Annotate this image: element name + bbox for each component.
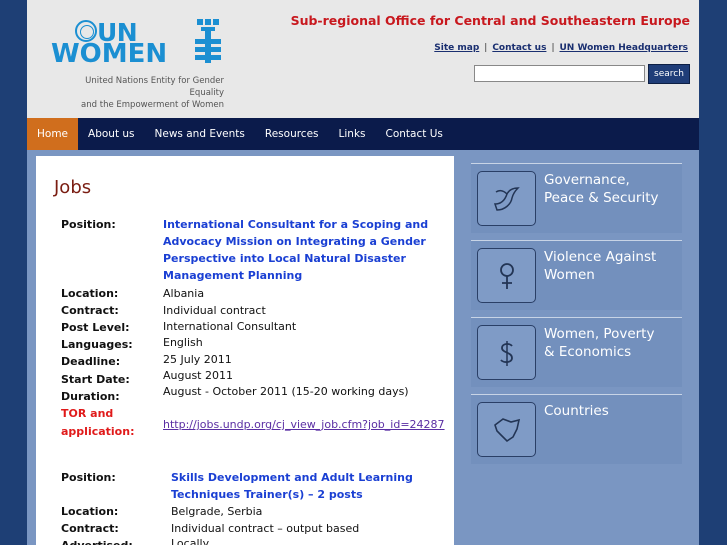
job1-deadline-value: 25 July 2011 <box>163 353 232 366</box>
map-icon <box>477 402 536 457</box>
job1-tor-link[interactable]: http://jobs.undp.org/cj_view_job.cfm?job… <box>163 416 445 433</box>
job1-start-date-label: Start Date: <box>61 373 130 386</box>
link-separator: | <box>551 43 555 53</box>
job1-tor-label-line-2: application: <box>61 425 135 438</box>
job1-languages-value: English <box>163 336 203 349</box>
job1-position-line-1[interactable]: International Consultant for a Scoping a… <box>163 216 428 233</box>
un-women-logo[interactable]: UN WOMEN United Nations Entity for Gende… <box>49 16 229 110</box>
job1-position-line-4[interactable]: Management Planning <box>163 267 302 284</box>
dove-icon <box>477 171 536 226</box>
logo-women-text: WOMEN <box>51 39 168 69</box>
job2-location-value: Belgrade, Serbia <box>171 505 263 518</box>
contact-us-link[interactable]: Contact us <box>492 43 546 53</box>
page-title: Jobs <box>54 177 92 198</box>
nav-item-contact-us[interactable]: Contact Us <box>376 118 453 150</box>
job2-position-line-1[interactable]: Skills Development and Adult Learning <box>171 469 413 486</box>
job1-post-level-value: International Consultant <box>163 320 297 333</box>
job2-position-line-2[interactable]: Techniques Trainer(s) – 2 posts <box>171 486 363 503</box>
sidebar-item-governance[interactable]: Governance, Peace & Security <box>471 163 682 233</box>
page-wrapper: UN WOMEN United Nations Entity for Gende… <box>27 0 699 545</box>
job1-location-value: Albania <box>163 287 205 300</box>
main-nav: Home About us News and Events Resources … <box>27 118 699 150</box>
job1-post-level-label: Post Level: <box>61 321 130 334</box>
sidebar-item-countries[interactable]: Countries <box>471 394 682 464</box>
job2-location-label: Location: <box>61 505 119 518</box>
nav-item-links[interactable]: Links <box>329 118 376 150</box>
job2-advertised-label: Advertised: <box>61 537 133 545</box>
dollar-icon <box>477 325 536 380</box>
sidebar-item-label: Women, Poverty & Economics <box>544 326 655 360</box>
logo-tagline-line-1: United Nations Entity for Gender Equalit… <box>85 76 224 98</box>
sidebar-item-label: Countries <box>544 403 609 419</box>
sidebar-item-label: Violence Against Women <box>544 249 657 283</box>
job1-tor-label-line-1: TOR and <box>61 407 114 420</box>
main-content: Jobs Position: International Consultant … <box>36 156 454 545</box>
job1-position-label: Position: <box>61 218 116 231</box>
search-input[interactable] <box>474 65 645 82</box>
job1-languages-label: Languages: <box>61 338 133 351</box>
logo-women-symbol-icon <box>195 19 221 63</box>
search-button[interactable]: search <box>648 64 690 84</box>
nav-item-news-and-events[interactable]: News and Events <box>145 118 255 150</box>
job1-deadline-label: Deadline: <box>61 355 121 368</box>
job1-start-date-value: August 2011 <box>163 369 233 382</box>
un-women-hq-link[interactable]: UN Women Headquarters <box>559 43 688 53</box>
sidebar-item-women-poverty-economics[interactable]: Women, Poverty & Economics <box>471 317 682 387</box>
female-symbol-icon <box>477 248 536 303</box>
job1-contract-value: Individual contract <box>163 304 266 317</box>
top-links: Site map | Contact us | UN Women Headquarter… <box>434 43 688 53</box>
logo-tagline-line-2: and the Empowerment of Women <box>81 100 224 110</box>
job1-contract-label: Contract: <box>61 304 119 317</box>
header: UN WOMEN United Nations Entity for Gende… <box>27 0 699 118</box>
site-map-link[interactable]: Site map <box>434 43 479 53</box>
nav-item-resources[interactable]: Resources <box>255 118 329 150</box>
link-separator: | <box>484 43 488 53</box>
job1-duration-value: August - October 2011 (15-20 working day… <box>163 385 409 398</box>
job1-location-label: Location: <box>61 287 119 300</box>
office-title: Sub-regional Office for Central and Sout… <box>290 13 690 28</box>
logo-tagline: United Nations Entity for Gender Equalit… <box>49 75 224 111</box>
sidebar-item-label: Governance, Peace & Security <box>544 172 659 206</box>
job2-contract-label: Contract: <box>61 522 119 535</box>
job2-position-label: Position: <box>61 471 116 484</box>
job1-position-line-3[interactable]: Perspective into Local Natural Disaster <box>163 250 406 267</box>
sidebar-item-violence-against-women[interactable]: Violence Against Women <box>471 240 682 310</box>
job1-position-line-2[interactable]: Advocacy Mission on Integrating a Gender <box>163 233 426 250</box>
job2-advertised-value: Locally <box>171 537 210 545</box>
nav-item-home[interactable]: Home <box>27 118 79 150</box>
nav-item-about-us[interactable]: About us <box>78 118 145 150</box>
job1-duration-label: Duration: <box>61 390 120 403</box>
